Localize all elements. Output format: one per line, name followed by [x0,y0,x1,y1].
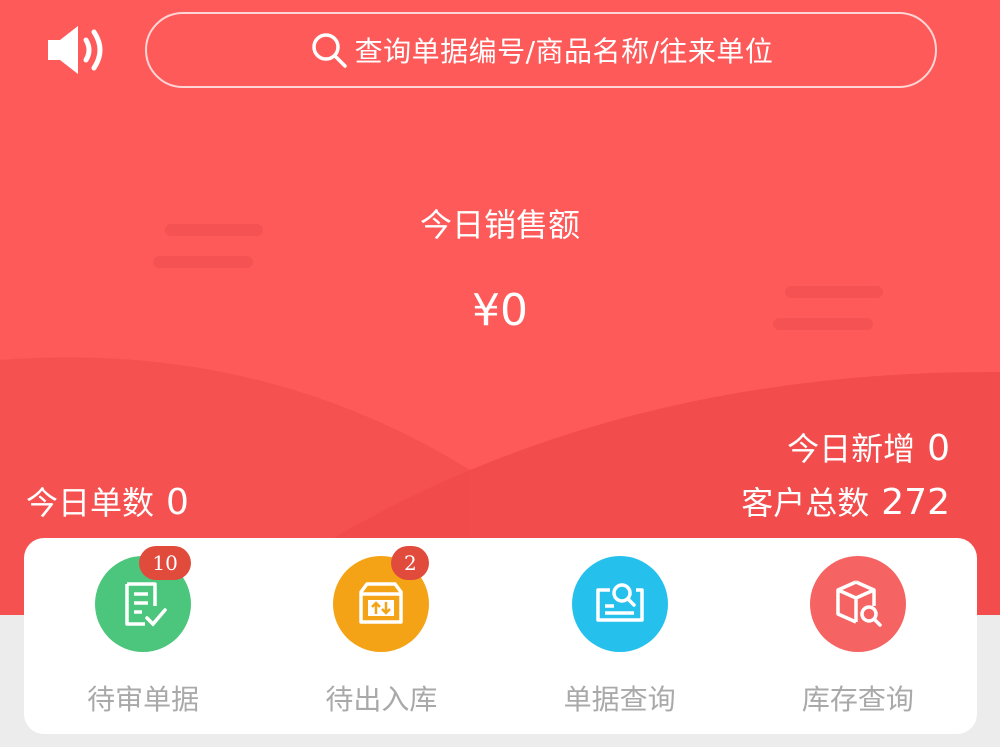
speaker-icon[interactable] [44,20,114,80]
sales-title: 今日销售额 [419,206,580,244]
document-search-icon [571,556,668,652]
stat-today-new: 今日新增 0 [787,424,950,470]
menu-item-document-search[interactable]: 单据查询 [520,538,720,718]
badge-count: 2 [391,546,430,580]
inventory-search-icon [809,556,906,652]
menu-item-pending-stock[interactable]: 2 待出入库 [281,538,481,718]
sales-value: ¥0 [472,285,528,336]
menu-label: 待出入库 [325,683,438,716]
badge-count: 10 [139,546,192,580]
menu-label: 库存查询 [801,683,914,716]
menu-label: 单据查询 [563,683,676,716]
stat-orders-value: 0 [166,482,189,523]
quick-menu: 10 待审单据 2 待出入库 单据查询 库存查询 [24,538,977,734]
menu-item-pending-review[interactable]: 10 待审单据 [43,538,243,718]
search-icon [311,33,347,68]
hero-banner: 查询单据编号/商品名称/往来单位 今日销售额 ¥0 今日单数 0 今日新增 0 客户… [0,0,1000,615]
stat-total-label: 客户总数 [741,484,870,522]
stat-customer-total: 客户总数 272 [741,478,950,524]
search-placeholder: 查询单据编号/商品名称/往来单位 [354,35,774,68]
stat-total-value: 272 [881,482,950,523]
stat-new-label: 今日新增 [787,430,916,468]
menu-item-inventory-search[interactable]: 库存查询 [758,538,958,718]
stat-new-value: 0 [927,428,950,469]
search-input[interactable]: 查询单据编号/商品名称/往来单位 [145,12,937,88]
stat-orders-label: 今日单数 [26,484,155,522]
stat-today-orders: 今日单数 0 [26,478,189,524]
menu-label: 待审单据 [87,683,200,716]
